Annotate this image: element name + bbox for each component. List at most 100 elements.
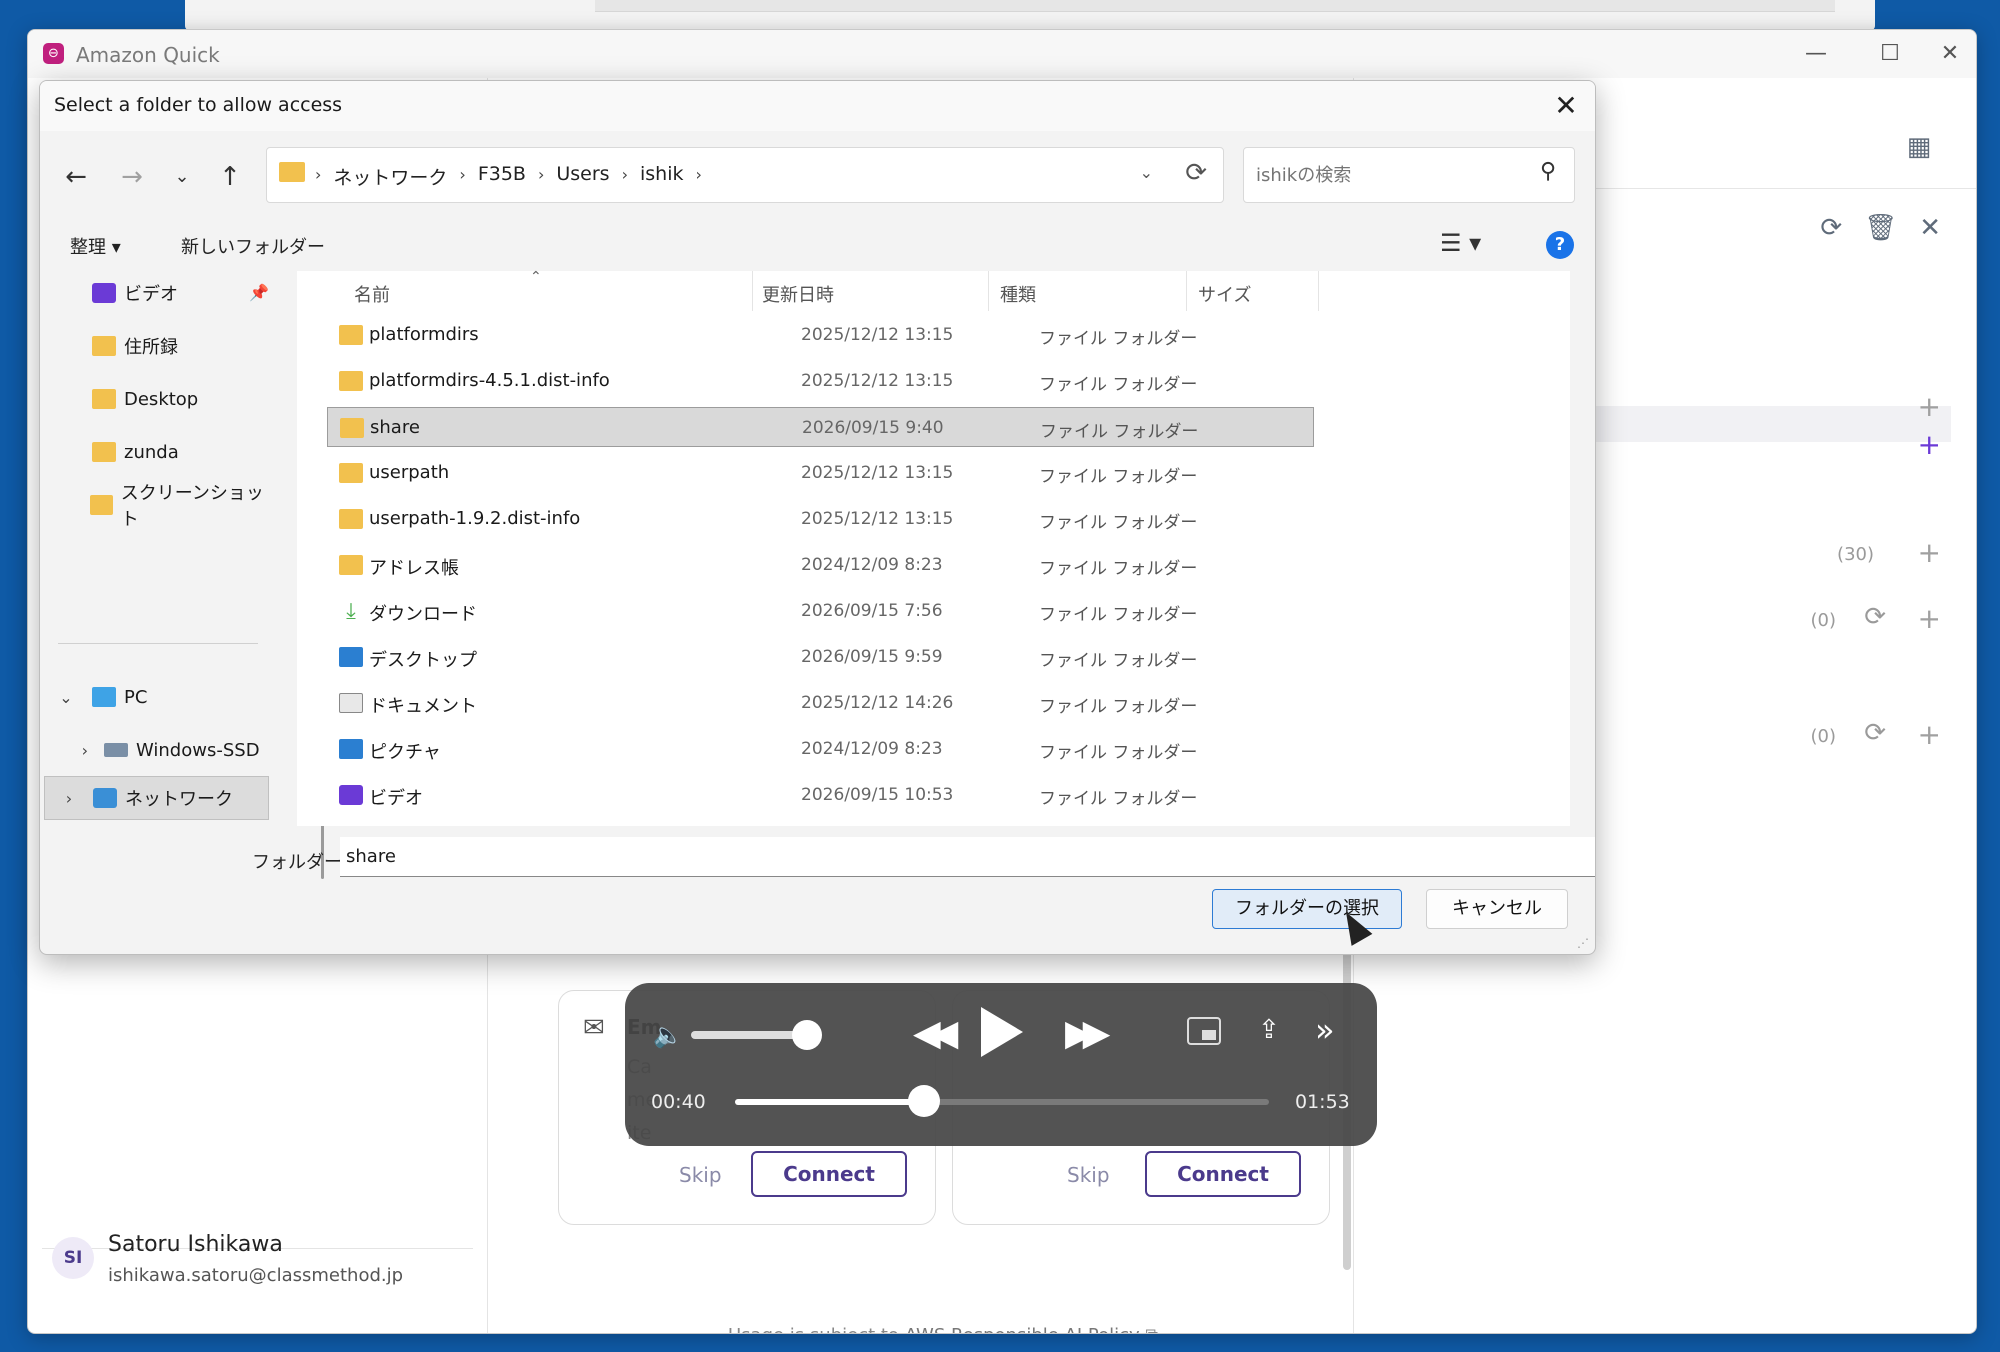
file-date: 2025/12/12 13:15	[801, 463, 954, 483]
volume-slider-knob[interactable]	[792, 1020, 822, 1050]
organize-menu[interactable]: 整理 ▾	[70, 233, 121, 259]
breadcrumb-item[interactable]: ネットワーク	[333, 163, 447, 190]
avatar[interactable]: SI	[52, 1237, 94, 1279]
refresh-icon[interactable]: ⟳	[1864, 718, 1886, 748]
folder-icon	[339, 463, 363, 483]
rewind-icon[interactable]: ◀◀	[913, 1013, 958, 1054]
maximize-button[interactable]: ☐	[1860, 36, 1920, 72]
file-row[interactable]: アドレス帳 2024/12/09 8:23 ファイル フォルダー	[327, 545, 1314, 585]
picture-in-picture-icon[interactable]	[1187, 1017, 1221, 1045]
chevron-right-icon[interactable]: ›	[45, 789, 93, 808]
column-divider[interactable]	[1186, 271, 1187, 311]
column-header-date[interactable]: 更新日時	[762, 281, 834, 307]
trash-icon[interactable]: 🗑	[1864, 213, 1897, 243]
search-box[interactable]: ⚲	[1243, 147, 1575, 203]
nav-item-screenshots[interactable]: スクリーンショット	[40, 483, 275, 530]
window-close-button[interactable]: ✕	[1920, 36, 1976, 72]
forward-button[interactable]: →	[112, 157, 152, 197]
column-header-type[interactable]: 種類	[1000, 281, 1036, 307]
volume-slider[interactable]	[691, 1031, 805, 1039]
cancel-button[interactable]: キャンセル	[1426, 889, 1568, 929]
add-icon[interactable]: +	[1918, 536, 1941, 569]
fast-forward-icon[interactable]: ▶▶	[1065, 1013, 1110, 1054]
resize-grip-icon[interactable]: ⋰	[1577, 936, 1589, 950]
file-row[interactable]: userpath 2025/12/12 13:15 ファイル フォルダー	[327, 453, 1314, 493]
select-folder-button[interactable]: フォルダーの選択	[1212, 889, 1402, 929]
nav-item-label: PC	[124, 686, 148, 708]
file-type: ファイル フォルダー	[1039, 789, 1198, 809]
search-input[interactable]	[1256, 160, 1526, 190]
nav-item-network[interactable]: › ネットワーク	[44, 776, 269, 820]
share-icon[interactable]: ⇪	[1258, 1015, 1280, 1045]
address-bar[interactable]: › ネットワーク › F35B › Users › ishik › ⌄ ⟳	[266, 147, 1224, 203]
recent-locations-chevron-icon[interactable]: ⌄	[162, 157, 202, 197]
help-icon[interactable]: ?	[1546, 231, 1574, 259]
grid-view-icon[interactable]: ▦	[1904, 132, 1934, 162]
nav-item-address-book[interactable]: 住所録	[40, 324, 275, 368]
folder-name-input[interactable]	[340, 837, 1595, 877]
breadcrumb-separator[interactable]: ›	[622, 165, 628, 190]
column-divider[interactable]	[1318, 271, 1319, 311]
file-name: userpath-1.9.2.dist-info	[369, 508, 581, 529]
file-row[interactable]: ピクチャ 2024/12/09 8:23 ファイル フォルダー	[327, 729, 1314, 769]
file-row-selected[interactable]: share 2026/09/15 9:40 ファイル フォルダー	[327, 407, 1314, 447]
refresh-icon[interactable]: ⟳	[1185, 158, 1207, 188]
column-divider[interactable]	[988, 271, 989, 311]
connect-button[interactable]: Connect	[1145, 1151, 1301, 1197]
nav-divider	[58, 643, 258, 644]
connect-button[interactable]: Connect	[751, 1151, 907, 1197]
progress-knob[interactable]	[908, 1085, 941, 1117]
file-name: share	[370, 417, 420, 438]
search-icon[interactable]: ⚲	[1540, 159, 1556, 184]
file-row[interactable]: platformdirs-4.5.1.dist-info 2025/12/12 …	[327, 361, 1314, 401]
add-icon-active[interactable]: +	[1918, 428, 1941, 461]
breadcrumb-separator[interactable]: ›	[696, 165, 702, 190]
breadcrumb-separator[interactable]: ›	[459, 165, 465, 190]
nav-item-video[interactable]: ビデオ 📌	[40, 271, 275, 315]
breadcrumb-separator[interactable]: ›	[538, 165, 544, 190]
play-icon[interactable]	[981, 1007, 1023, 1057]
more-chevron-icon[interactable]: »	[1315, 1011, 1335, 1049]
add-icon[interactable]: +	[1918, 390, 1941, 423]
close-panel-icon[interactable]: ✕	[1919, 213, 1941, 243]
file-row[interactable]: ドキュメント 2025/12/12 14:26 ファイル フォルダー	[327, 683, 1314, 723]
back-button[interactable]: ←	[56, 157, 96, 197]
skip-button[interactable]: Skip	[679, 1163, 722, 1187]
nav-item-zunda[interactable]: zunda	[40, 430, 275, 474]
responsible-ai-policy-link[interactable]: AWS Responsible AI Policy	[905, 1325, 1140, 1333]
nav-item-pc[interactable]: ⌄ PC	[40, 675, 275, 719]
refresh-icon[interactable]: ⟳	[1864, 602, 1886, 632]
breadcrumb-item[interactable]: ishik	[640, 163, 684, 190]
skip-button[interactable]: Skip	[1067, 1163, 1110, 1187]
pin-icon[interactable]: 📌	[249, 283, 269, 302]
column-header-name[interactable]: 名前	[354, 281, 390, 307]
chevron-down-icon[interactable]: ⌄	[40, 688, 92, 707]
add-icon[interactable]: +	[1918, 718, 1941, 751]
dialog-close-button[interactable]: ✕	[1547, 87, 1585, 125]
up-button[interactable]: ↑	[210, 157, 250, 197]
address-dropdown-icon[interactable]: ⌄	[1140, 163, 1153, 182]
file-row[interactable]: ビデオ 2026/09/15 10:53 ファイル フォルダー	[327, 775, 1314, 815]
minimize-button[interactable]: —	[1786, 36, 1846, 72]
file-row[interactable]: userpath-1.9.2.dist-info 2025/12/12 13:1…	[327, 499, 1314, 539]
file-row[interactable]: デスクトップ 2026/09/15 9:59 ファイル フォルダー	[327, 637, 1314, 677]
column-header-size[interactable]: サイズ	[1198, 281, 1251, 307]
nav-item-desktop[interactable]: Desktop	[40, 377, 275, 421]
video-player-controls: 🔈 ◀◀ ▶▶ ⇪ » 00:40 01:53	[625, 983, 1377, 1146]
add-icon[interactable]: +	[1918, 602, 1941, 635]
app-titlebar: ⊖ Amazon Quick — ☐ ✕	[28, 30, 1976, 78]
volume-icon[interactable]: 🔈	[653, 1021, 683, 1049]
view-options-icon[interactable]: ☰ ▾	[1440, 229, 1481, 257]
file-row[interactable]: platformdirs 2025/12/12 13:15 ファイル フォルダー	[327, 315, 1314, 355]
file-row[interactable]: ⤓ ダウンロード 2026/09/15 7:56 ファイル フォルダー	[327, 591, 1314, 631]
new-folder-button[interactable]: 新しいフォルダー	[181, 233, 325, 259]
breadcrumb-item[interactable]: Users	[556, 163, 609, 190]
file-type: ファイル フォルダー	[1039, 467, 1198, 487]
progress-track[interactable]	[735, 1099, 1269, 1105]
breadcrumb-item[interactable]: F35B	[478, 163, 526, 190]
chevron-right-icon[interactable]: ›	[40, 741, 104, 760]
column-divider[interactable]	[752, 271, 753, 311]
file-name: デスクトップ	[369, 650, 477, 671]
nav-item-windows-ssd[interactable]: › Windows-SSD	[40, 728, 275, 772]
refresh-icon[interactable]: ⟳	[1820, 213, 1842, 243]
